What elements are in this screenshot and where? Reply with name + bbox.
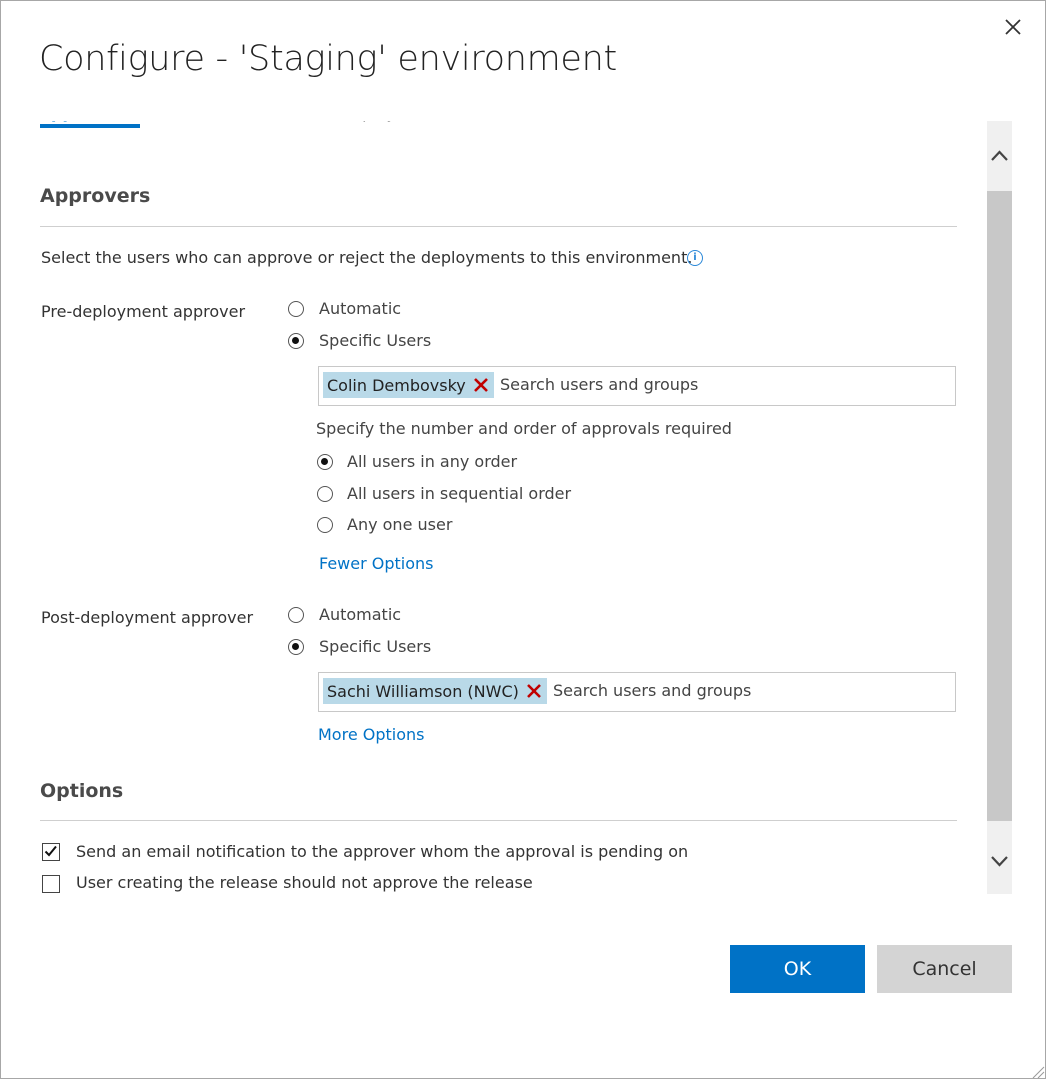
- dialog-title: Configure - 'Staging' environment: [39, 39, 617, 79]
- options-divider: [40, 820, 957, 821]
- post-approver-picker[interactable]: Sachi Williamson (NWC) Search users and …: [318, 672, 956, 712]
- checkmark-icon: [44, 845, 57, 857]
- info-icon[interactable]: i: [687, 250, 703, 266]
- pre-automatic-label[interactable]: Automatic: [319, 299, 401, 318]
- configure-dialog: Configure - 'Staging' environment Approv…: [0, 0, 1046, 1079]
- post-search-input[interactable]: Search users and groups: [553, 681, 751, 700]
- approver-chip-name: Colin Dembovsky: [327, 375, 466, 395]
- scrollbar-thumb[interactable]: [987, 191, 1012, 821]
- tab-queue[interactable]: Queue: [155, 121, 208, 130]
- order-any-order-radio[interactable]: [317, 454, 333, 470]
- pre-specific-users-label[interactable]: Specific Users: [319, 331, 431, 350]
- tab-general[interactable]: General: [555, 121, 618, 130]
- order-sequential-label[interactable]: All users in sequential order: [347, 484, 571, 503]
- remove-icon[interactable]: [472, 376, 490, 394]
- approver-chip: Sachi Williamson (NWC): [323, 678, 547, 704]
- approvers-divider: [40, 226, 957, 227]
- creator-cannot-approve-checkbox[interactable]: [42, 875, 60, 893]
- pre-deployment-label: Pre-deployment approver: [41, 302, 246, 321]
- post-specific-users-label[interactable]: Specific Users: [319, 637, 431, 656]
- pre-automatic-radio[interactable]: [288, 301, 304, 317]
- tab-bar: Approvals Queue Variables Deployment con…: [1, 121, 986, 149]
- email-notification-label[interactable]: Send an email notification to the approv…: [76, 842, 688, 861]
- more-options-link[interactable]: More Options: [318, 725, 424, 744]
- post-automatic-radio[interactable]: [288, 607, 304, 623]
- scroll-up-icon[interactable]: [987, 141, 1012, 171]
- approver-chip-name: Sachi Williamson (NWC): [327, 681, 519, 701]
- active-tab-indicator: [40, 124, 140, 128]
- approver-chip: Colin Dembovsky: [323, 372, 494, 398]
- order-any-one-label[interactable]: Any one user: [347, 515, 452, 534]
- approval-order-heading: Specify the number and order of approval…: [316, 419, 732, 438]
- tab-variables[interactable]: Variables: [238, 121, 311, 130]
- scroll-down-icon[interactable]: [987, 846, 1012, 876]
- post-deployment-label: Post-deployment approver: [41, 608, 254, 627]
- email-notification-checkbox[interactable]: [42, 843, 60, 861]
- order-any-one-radio[interactable]: [317, 517, 333, 533]
- options-heading: Options: [40, 780, 124, 802]
- pre-approver-picker[interactable]: Colin Dembovsky Search users and groups: [318, 366, 956, 406]
- approvers-description: Select the users who can approve or reje…: [41, 248, 693, 267]
- creator-cannot-approve-label[interactable]: User creating the release should not app…: [76, 873, 533, 892]
- cancel-button[interactable]: Cancel: [877, 945, 1012, 993]
- post-specific-users-radio[interactable]: [288, 639, 304, 655]
- order-sequential-radio[interactable]: [317, 486, 333, 502]
- remove-icon[interactable]: [525, 682, 543, 700]
- order-any-order-label[interactable]: All users in any order: [347, 452, 517, 471]
- approvers-heading: Approvers: [40, 185, 151, 207]
- ok-button[interactable]: OK: [730, 945, 865, 993]
- pre-specific-users-radio[interactable]: [288, 333, 304, 349]
- post-automatic-label[interactable]: Automatic: [319, 605, 401, 624]
- close-icon[interactable]: [999, 13, 1027, 41]
- fewer-options-link[interactable]: Fewer Options: [319, 554, 434, 573]
- tab-deployment-conditions[interactable]: Deployment conditions: [340, 121, 525, 130]
- content-scrollbar[interactable]: [987, 121, 1012, 894]
- pre-search-input[interactable]: Search users and groups: [500, 375, 698, 394]
- dialog-content: Approvals Queue Variables Deployment con…: [1, 121, 986, 894]
- resize-grip-icon[interactable]: [1029, 1063, 1045, 1079]
